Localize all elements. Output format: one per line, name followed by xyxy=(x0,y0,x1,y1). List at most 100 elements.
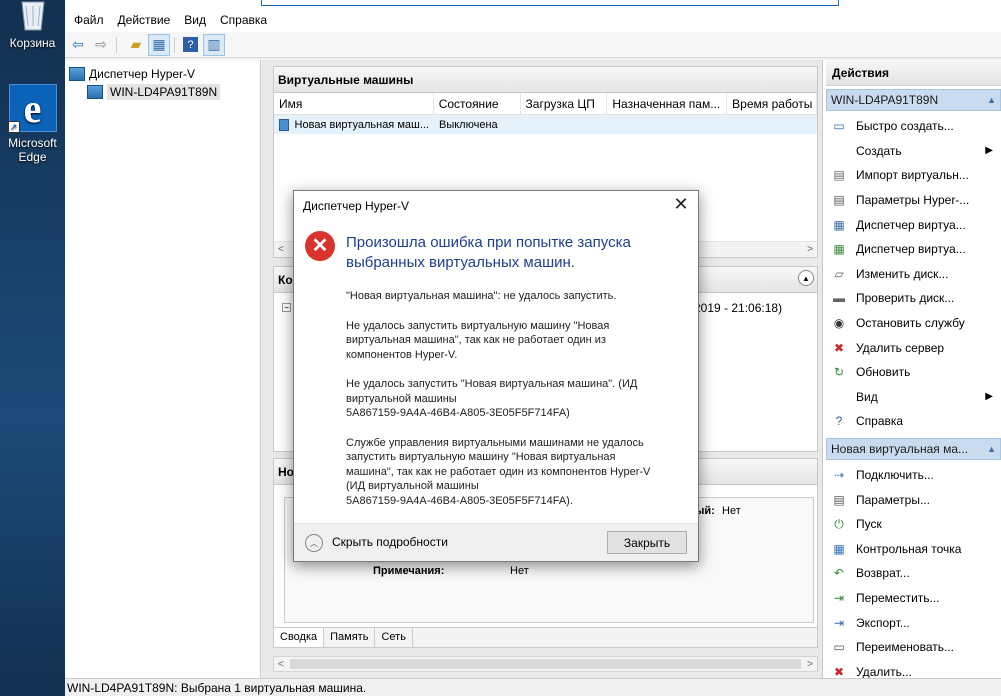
action-item[interactable]: ▤ Параметры... xyxy=(823,487,1001,512)
action-item[interactable]: ◉ Остановить службу xyxy=(823,311,1001,336)
action-pane-icon[interactable]: ▥ xyxy=(203,33,225,56)
net-value: Нет xyxy=(722,505,741,517)
actions-header: Действия xyxy=(826,60,1001,86)
action-item[interactable]: ▤ Импорт виртуальн... xyxy=(823,163,1001,188)
revert-icon: ↶ xyxy=(833,566,845,581)
col-memory[interactable]: Назначенная пам... xyxy=(607,93,728,114)
action-item[interactable]: ⇢ Подключить... xyxy=(823,463,1001,488)
col-name[interactable]: Имя xyxy=(274,93,434,114)
forward-icon[interactable]: ⇨ xyxy=(90,34,112,56)
action-item[interactable]: Вид ▶ xyxy=(823,385,1001,410)
menu-view[interactable]: Вид xyxy=(177,13,213,27)
vm-name: Новая виртуальная маш... xyxy=(294,118,429,131)
actions-server-label: WIN-LD4PA91T89N xyxy=(831,93,939,107)
settings-icon: ▤ xyxy=(833,193,845,208)
collapse-up-icon[interactable]: ▲ xyxy=(987,95,996,105)
action-item[interactable]: ✖ Удалить сервер xyxy=(823,335,1001,360)
actions-server-section[interactable]: WIN-LD4PA91T89N ▲ xyxy=(826,89,1001,111)
vm-settings-icon: ▤ xyxy=(833,492,845,507)
table-row[interactable]: Новая виртуальная маш... Выключена xyxy=(274,115,817,134)
action-label: Возврат... xyxy=(856,566,910,581)
action-label: Быстро создать... xyxy=(856,119,954,134)
help-toolbar-icon[interactable]: ? xyxy=(183,37,198,52)
details-tabs: Сводка Память Сеть xyxy=(274,627,817,647)
menu-file[interactable]: Файл xyxy=(67,13,111,27)
stop-service-icon: ◉ xyxy=(833,316,845,331)
tab-memory[interactable]: Память xyxy=(324,628,376,647)
tab-network[interactable]: Сеть xyxy=(375,628,413,647)
blank-icon xyxy=(831,389,847,405)
action-item[interactable]: ▦ Диспетчер виртуа... xyxy=(823,212,1001,237)
collapse-icon[interactable]: ▲ xyxy=(798,270,814,286)
back-icon[interactable]: ⇦ xyxy=(67,34,89,56)
edge-icon: e ↗ xyxy=(7,84,57,133)
action-label: Параметры Hyper-... xyxy=(856,193,970,208)
close-button[interactable]: Закрыть xyxy=(607,531,687,554)
col-cpu[interactable]: Загрузка ЦП xyxy=(521,93,608,114)
action-item[interactable]: ▭ Быстро создать... xyxy=(823,114,1001,139)
menu-action[interactable]: Действие xyxy=(111,13,178,27)
action-item[interactable]: ▱ Изменить диск... xyxy=(823,262,1001,287)
actions-vm-label: Новая виртуальная ма... xyxy=(831,441,969,456)
recycle-bin-icon xyxy=(16,0,50,32)
col-state[interactable]: Состояние xyxy=(434,93,521,114)
action-item[interactable]: Создать ▶ xyxy=(823,139,1001,164)
tree-root[interactable]: Диспетчер Hyper-V xyxy=(69,65,256,83)
toolbar: ⇦ ⇨ ▰ ▦ ? ▥ xyxy=(65,32,1001,58)
recycle-bin-shortcut[interactable]: Корзина xyxy=(0,0,65,50)
action-label: Удалить... xyxy=(856,664,912,679)
tab-summary[interactable]: Сводка xyxy=(274,628,325,647)
dialog-details: "Новая виртуальная машина": не удалось з… xyxy=(346,289,686,523)
action-item[interactable]: ▭ Переименовать... xyxy=(823,635,1001,660)
error-icon: ✕ xyxy=(305,231,335,261)
submenu-arrow-icon: ▶ xyxy=(985,145,993,157)
switch-manager-icon: ▦ xyxy=(833,217,845,232)
close-icon[interactable]: ✕ xyxy=(671,195,691,215)
action-label: Создать xyxy=(856,143,902,158)
vm-icon xyxy=(279,118,289,131)
action-label: Обновить xyxy=(856,365,911,380)
inspect-disk-icon: ▬ xyxy=(833,291,845,306)
action-label: Диспетчер виртуа... xyxy=(856,242,966,257)
up-folder-icon[interactable]: ▰ xyxy=(125,34,147,56)
action-label: Контрольная точка xyxy=(856,541,962,556)
action-label: Диспетчер виртуа... xyxy=(856,217,966,232)
quick-create-icon: ▭ xyxy=(833,119,845,134)
vm-panel-title: Виртуальные машины xyxy=(274,67,817,93)
action-label: Параметры... xyxy=(856,492,930,507)
expand-minus-icon[interactable]: − xyxy=(282,303,291,312)
chevron-up-icon[interactable]: ︿ xyxy=(305,534,323,552)
action-item[interactable]: ⇥ Переместить... xyxy=(823,586,1001,611)
action-item[interactable]: ▬ Проверить диск... xyxy=(823,286,1001,311)
dialog-title: Диспетчер Hyper-V xyxy=(303,199,410,213)
detail-paragraph: "Новая виртуальная машина": не удалось з… xyxy=(346,290,617,302)
collapse-up-icon[interactable]: ▲ xyxy=(987,444,996,454)
col-uptime[interactable]: Время работы xyxy=(727,93,817,114)
desktop: Корзина e ↗ Microsoft Edge xyxy=(0,0,65,696)
remove-server-icon: ✖ xyxy=(833,340,845,355)
center-hscrollbar[interactable]: < > xyxy=(273,656,818,672)
submenu-arrow-icon: ▶ xyxy=(985,391,993,403)
action-item[interactable]: ↶ Возврат... xyxy=(823,561,1001,586)
action-label: Удалить сервер xyxy=(856,340,945,355)
detail-paragraph: Не удалось запустить "Новая виртуальная … xyxy=(346,378,638,419)
console-tree-icon[interactable]: ▦ xyxy=(148,33,170,56)
tree-server[interactable]: WIN-LD4PA91T89N xyxy=(87,83,256,101)
action-label: Экспорт... xyxy=(856,615,910,630)
action-item[interactable]: ⇥ Экспорт... xyxy=(823,610,1001,635)
dialog-main-instruction: Произошла ошибка при попытке запуска выб… xyxy=(346,234,631,271)
action-label: Остановить службу xyxy=(856,316,965,331)
edge-shortcut[interactable]: e ↗ Microsoft Edge xyxy=(0,84,65,164)
actions-vm-section[interactable]: Новая виртуальная ма... ▲ xyxy=(826,437,1001,460)
action-item[interactable]: ▤ Параметры Hyper-... xyxy=(823,188,1001,213)
hide-details-toggle[interactable]: Скрыть подробности xyxy=(332,535,448,549)
action-item[interactable]: ↻ Обновить xyxy=(823,360,1001,385)
import-icon: ▤ xyxy=(833,168,845,183)
action-item[interactable]: ▦ Контрольная точка xyxy=(823,537,1001,562)
action-item[interactable]: ▦ Диспетчер виртуа... xyxy=(823,237,1001,262)
action-item[interactable]: ? Справка xyxy=(823,409,1001,434)
menu-help[interactable]: Справка xyxy=(213,13,274,27)
vm-grid-header: Имя Состояние Загрузка ЦП Назначенная па… xyxy=(274,93,817,115)
action-label: Справка xyxy=(856,414,904,429)
action-item[interactable]: ⏻ Пуск xyxy=(823,512,1001,537)
